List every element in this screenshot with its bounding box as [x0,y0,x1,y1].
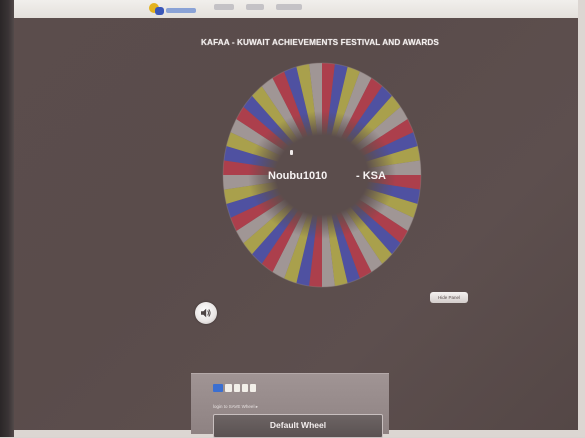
hide-panel-button[interactable]: Hide Panel [430,292,468,303]
mouse-cursor [290,150,293,155]
nav-link-2[interactable] [246,4,264,10]
login-save-hint[interactable]: login to SAVE Wheel ▸ [213,404,258,410]
winner-country: - KSA [356,170,386,182]
sound-toggle-button[interactable] [195,302,217,324]
browser-top-bar [14,0,578,18]
page-title: KAFAA - KUWAIT ACHIEVEMENTS FESTIVAL AND… [201,38,439,47]
panel-tab-1[interactable] [213,384,223,392]
logo-wordmark [166,8,196,13]
panel-tab-3[interactable] [234,384,240,392]
nav-link-1[interactable] [214,4,234,10]
site-logo[interactable] [149,3,197,15]
settings-panel: login to SAVE Wheel ▸ Default Wheel [191,373,389,438]
nav-link-3[interactable] [276,4,302,10]
panel-tab-2[interactable] [225,384,232,392]
panel-tab-5[interactable] [250,384,256,392]
winner-name: Noubu1010 [268,170,328,182]
panel-tab-4[interactable] [242,384,248,392]
logo-blue-dot [155,7,164,15]
speaker-icon [201,308,211,318]
default-wheel-button[interactable]: Default Wheel [213,414,383,438]
monitor-bezel [0,0,14,437]
